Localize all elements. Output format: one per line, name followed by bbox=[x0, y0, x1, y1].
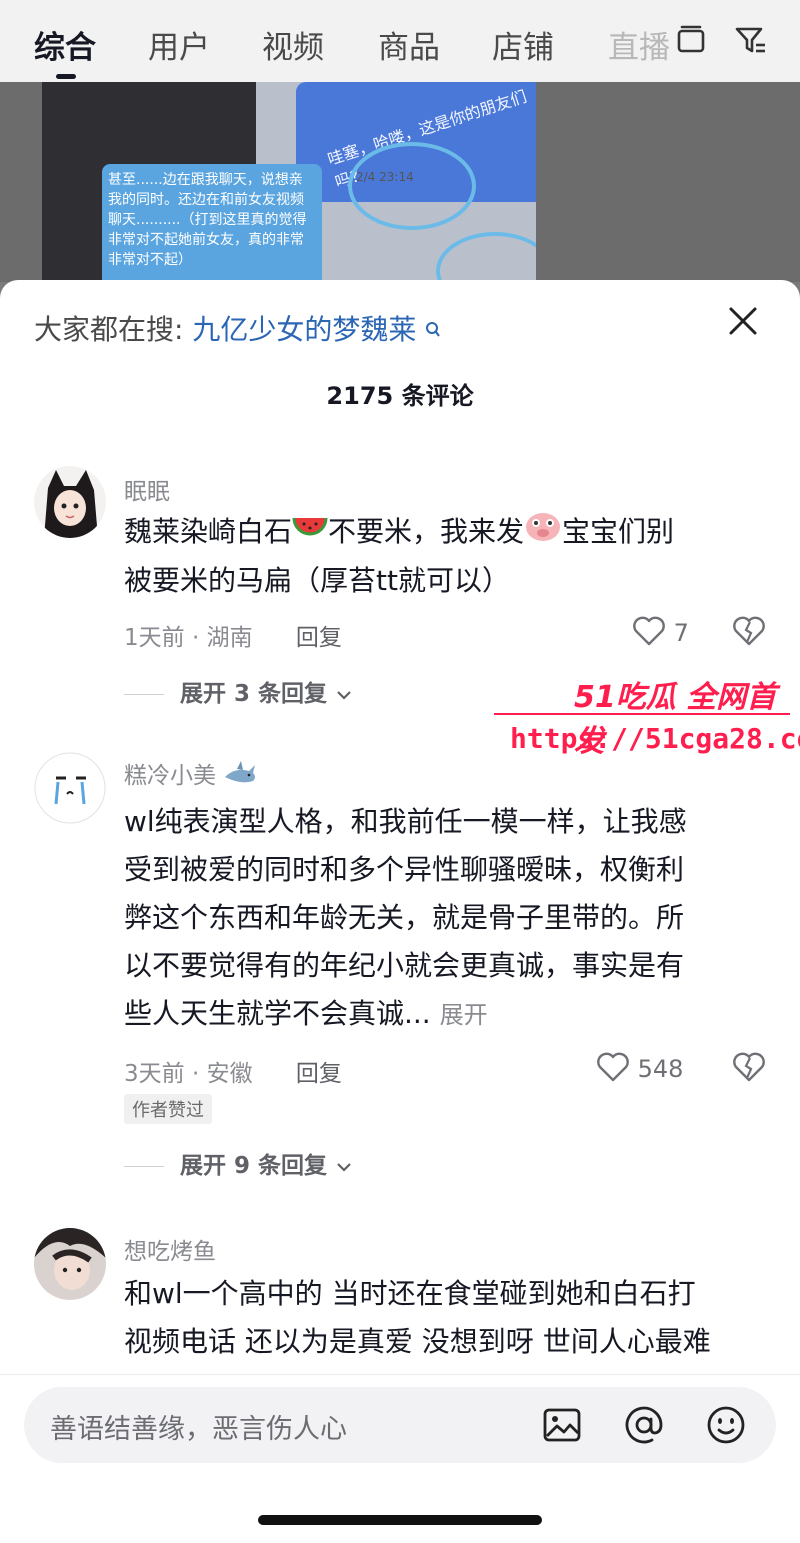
hot-search-prefix: 大家都在搜: bbox=[34, 313, 184, 346]
comment-text-part: 魏莱染崎白石 bbox=[124, 515, 293, 548]
comment-line: wl纯表演型人格，和我前任一模一样，让我感 bbox=[124, 805, 687, 838]
tab-general[interactable]: 综合 bbox=[34, 22, 96, 67]
chevron-down-icon bbox=[335, 682, 353, 708]
expand-replies-label: 展开 9 条回复 bbox=[180, 1153, 328, 1179]
tab-shops[interactable]: 店铺 bbox=[492, 22, 554, 67]
comment-text: 魏莱染崎白石 不要米，我来发 宝宝们别 被要米的马扁（厚苔tt就可以） bbox=[124, 508, 774, 605]
hot-search-row[interactable]: 大家都在搜: 九亿少女的梦魏莱 bbox=[34, 308, 441, 348]
comment-line: 些人天生就学不会真诚... bbox=[124, 997, 431, 1030]
reply-button[interactable]: 回复 bbox=[296, 625, 342, 651]
comment-input-area: 善语结善缘，恶言伤人心 bbox=[0, 1374, 800, 1543]
username[interactable]: 眠眠 bbox=[124, 472, 170, 506]
tab-users[interactable]: 用户 bbox=[148, 22, 210, 67]
comment-time-location: 1天前 · 湖南 bbox=[124, 625, 253, 651]
dislike-icon[interactable] bbox=[732, 1052, 766, 1088]
highlight-circle bbox=[436, 232, 536, 282]
like-button[interactable]: 7 bbox=[632, 616, 689, 652]
chevron-down-icon bbox=[335, 1154, 353, 1180]
author-liked-badge: 作者赞过 bbox=[124, 1094, 212, 1124]
watermelon-emoji-icon bbox=[292, 509, 328, 557]
comment-line: 视频电话 还以为是真爱 没想到呀 世间人心最难 bbox=[124, 1325, 711, 1358]
search-small-icon bbox=[425, 313, 441, 346]
comment-time-location: 3天前 · 安徽 bbox=[124, 1061, 253, 1087]
active-tab-indicator bbox=[56, 74, 76, 79]
comment-text-part: 宝宝们别 bbox=[562, 515, 675, 548]
heart-icon bbox=[596, 1052, 630, 1088]
layout-toggle-icon[interactable] bbox=[676, 24, 706, 60]
divider bbox=[124, 694, 164, 695]
highlight-circle bbox=[348, 142, 476, 230]
avatar[interactable] bbox=[34, 1228, 106, 1300]
image-icon[interactable] bbox=[542, 1405, 582, 1445]
home-indicator[interactable] bbox=[258, 1515, 542, 1525]
comment-meta: 3天前 · 安徽 回复 bbox=[124, 1054, 342, 1088]
emoji-icon[interactable] bbox=[706, 1405, 746, 1445]
like-count: 7 bbox=[673, 619, 689, 647]
tab-products[interactable]: 商品 bbox=[378, 22, 440, 67]
comment-text: 和wl一个高中的 当时还在食堂碰到她和白石打 视频电话 还以为是真爱 没想到呀 … bbox=[124, 1270, 774, 1366]
like-button[interactable]: 548 bbox=[596, 1052, 683, 1088]
comment-line: 受到被爱的同时和多个异性聊骚暧昧，权衡利 bbox=[124, 853, 685, 886]
comment-line: 和wl一个高中的 当时还在食堂碰到她和白石打 bbox=[124, 1277, 696, 1310]
comment-input-placeholder: 善语结善缘，恶言伤人心 bbox=[50, 1414, 347, 1445]
comment-text-part: 被要米的马扁（厚苔tt就可以） bbox=[124, 564, 510, 597]
comment-text: wl纯表演型人格，和我前任一模一样，让我感 受到被爱的同时和多个异性聊骚暧昧，权… bbox=[124, 798, 774, 1039]
divider bbox=[124, 1166, 164, 1167]
search-tabs-bar: 综合 用户 视频 商品 店铺 直播 bbox=[0, 0, 800, 82]
username[interactable]: 糕冷小美 bbox=[124, 756, 259, 795]
shark-emoji-icon bbox=[223, 759, 259, 795]
filter-icon[interactable] bbox=[734, 24, 768, 60]
pig-emoji-icon bbox=[524, 509, 562, 557]
comment-line: 弊这个东西和年龄无关，就是骨子里带的。所 bbox=[124, 901, 685, 934]
username[interactable]: 想吃烤鱼 bbox=[124, 1232, 216, 1266]
like-count: 548 bbox=[637, 1055, 684, 1083]
reply-button[interactable]: 回复 bbox=[296, 1061, 342, 1087]
comment-line: 以不要觉得有的年纪小就会更真诚，事实是有 bbox=[124, 949, 685, 982]
tab-live[interactable]: 直播 bbox=[608, 22, 670, 67]
tab-videos[interactable]: 视频 bbox=[262, 22, 324, 67]
comment-text-part: 不要米，我来发 bbox=[328, 515, 525, 548]
username-text: 糕冷小美 bbox=[124, 763, 216, 789]
dislike-icon[interactable] bbox=[732, 616, 766, 652]
expand-replies-button[interactable]: 展开 3 条回复 bbox=[124, 674, 353, 708]
video-frame[interactable]: 哇塞，哈喽，这是你的朋友们吗？ 2/4 23:14 甚至......边在跟我聊天… bbox=[42, 82, 536, 282]
close-icon[interactable] bbox=[726, 304, 760, 338]
comment-meta: 1天前 · 湖南 回复 bbox=[124, 618, 342, 652]
chat-text-left: 甚至......边在跟我聊天，说想亲我的同时。还边在和前女友视频聊天......… bbox=[102, 164, 322, 282]
comment-input[interactable]: 善语结善缘，恶言伤人心 bbox=[24, 1387, 776, 1463]
comment-count: 2175 条评论 bbox=[326, 382, 474, 410]
avatar[interactable] bbox=[34, 752, 106, 824]
expand-replies-label: 展开 3 条回复 bbox=[180, 681, 328, 707]
expand-replies-button[interactable]: 展开 9 条回复 bbox=[124, 1146, 353, 1180]
hot-search-term[interactable]: 九亿少女的梦魏莱 bbox=[192, 313, 416, 346]
watermark-url: https://51cga28.com bbox=[510, 722, 800, 755]
mention-icon[interactable] bbox=[624, 1405, 664, 1445]
expand-text-button[interactable]: 展开 bbox=[440, 1001, 488, 1029]
watermark-divider bbox=[494, 713, 790, 715]
heart-icon bbox=[632, 616, 666, 652]
avatar[interactable] bbox=[34, 466, 106, 538]
